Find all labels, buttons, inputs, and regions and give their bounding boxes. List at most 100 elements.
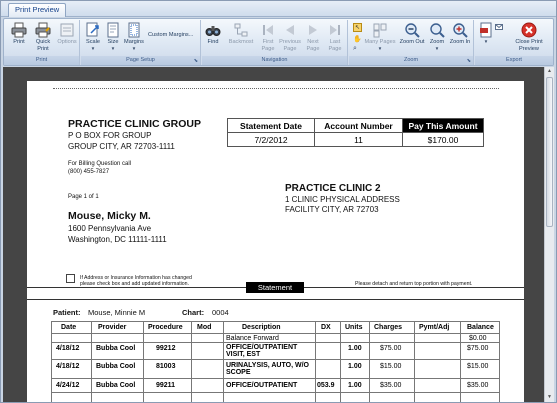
dialog-launcher-icon[interactable]: ⬊ (467, 58, 471, 64)
size-button[interactable]: Size ▼ (105, 22, 121, 52)
row-provider: Bubba Cool (96, 363, 136, 370)
zoom-button[interactable]: Zoom ▼ (428, 22, 446, 52)
scrollbar-thumb[interactable] (546, 77, 553, 227)
column-divider (191, 321, 192, 402)
row-units: 1.00 (348, 363, 362, 370)
tab-strip: Print Preview (1, 1, 556, 17)
ribbon-group-navigation: Find Backmost First Page Previous Page N… (202, 20, 348, 65)
row-procedure: 99212 (156, 345, 176, 352)
custom-margins-button[interactable]: Custom Margins... (148, 32, 198, 39)
remit-address-line2: FACILITY CITY, AR 72703 (285, 205, 379, 214)
options-icon (60, 23, 74, 37)
table-row: 4/24/12 Bubba Cool 99211 OFFICE/OUTPATIE… (51, 379, 500, 393)
group-label-navigation: Navigation (202, 56, 347, 65)
row-units: 1.00 (348, 345, 362, 352)
magnifier-tool-icon[interactable]: ⌕ (353, 45, 357, 53)
quick-print-button[interactable]: Quick Print (33, 22, 53, 52)
column-divider (369, 321, 370, 402)
email-export-button[interactable] (495, 23, 505, 31)
statement-page: PRACTICE CLINIC GROUP P O BOX FOR GROUP … (27, 81, 524, 402)
patient-address-line1: 1600 Pennsylvania Ave (68, 224, 152, 233)
group-label-zoom: Zoom (349, 56, 473, 65)
row-description-line2: VISIT, EST (226, 351, 261, 358)
tab-print-preview[interactable]: Print Preview (8, 3, 67, 17)
column-divider (315, 321, 316, 402)
print-preview-window: Print Preview Print Quick Print Options … (0, 0, 557, 403)
hand-tool-icon[interactable]: ✋ (353, 35, 362, 43)
row-procedure: 81003 (156, 363, 176, 370)
column-header-procedure: Procedure (148, 324, 183, 331)
export-button[interactable]: ▼ (477, 22, 495, 46)
column-header-description: Description (242, 324, 281, 331)
margins-icon (128, 22, 140, 38)
summary-header-account-number: Account Number (314, 118, 403, 133)
address-changed-checkbox[interactable] (66, 274, 75, 283)
chevron-down-icon: ▼ (110, 45, 116, 51)
last-page-icon (330, 25, 340, 35)
balance-forward-label: Balance Forward (226, 335, 279, 342)
column-divider (143, 321, 144, 402)
vertical-scrollbar[interactable]: ▲ ▼ (544, 67, 554, 402)
previous-page-button[interactable]: Previous Page (279, 22, 301, 52)
next-page-button[interactable]: Next Page (304, 22, 322, 52)
summary-header-statement-date: Statement Date (227, 118, 315, 133)
column-divider (91, 321, 92, 402)
row-charges: $15.00 (380, 363, 402, 370)
scroll-down-arrow-icon[interactable]: ▼ (546, 394, 553, 401)
printer-icon (11, 22, 27, 38)
cut-line (53, 88, 499, 89)
previous-page-icon (286, 25, 294, 35)
first-page-icon (263, 25, 273, 35)
column-header-charges: Charges (374, 324, 403, 331)
table-row: 4/18/12 Bubba Cool 81003 URINALYSIS, AUT… (51, 360, 500, 379)
billing-question-label: For Billing Question call (68, 161, 132, 167)
export-document-icon (480, 22, 492, 38)
preview-viewer[interactable]: PRACTICE CLINIC GROUP P O BOX FOR GROUP … (3, 67, 554, 402)
row-dx: 053.9 (317, 382, 335, 389)
close-icon (521, 22, 537, 38)
chart-value: 0004 (212, 308, 229, 317)
pointer-tool-icon[interactable]: ↖ (353, 23, 362, 32)
zoom-icon (430, 23, 445, 38)
scale-button[interactable]: Scale ▼ (84, 22, 102, 52)
zoom-out-icon (405, 23, 420, 38)
chart-label: Chart: (182, 308, 205, 317)
column-divider (340, 321, 341, 402)
last-page-button[interactable]: Last Page (326, 22, 344, 52)
options-button[interactable]: Options (56, 22, 78, 46)
many-pages-button[interactable]: Many Pages ▼ (364, 22, 396, 52)
row-balance: $75.00 (467, 345, 489, 352)
ribbon-group-print: Print Quick Print Options Print (4, 20, 80, 65)
patient-label: Patient: (53, 308, 81, 317)
backmost-button[interactable]: Backmost (226, 22, 256, 46)
clinic-address-line1: P O BOX FOR GROUP (68, 131, 152, 140)
ribbon-group-zoom: ↖ ✋ ⌕ Many Pages ▼ Zoom Out Zoom ▼ Zoom … (349, 20, 474, 65)
close-print-preview-button[interactable]: Close Print Preview (507, 22, 551, 52)
margins-button[interactable]: Margins ▼ (123, 22, 145, 52)
first-page-button[interactable]: First Page (260, 22, 276, 52)
ribbon-group-export: ▼ Close Print Preview Export (475, 20, 553, 65)
column-divider (223, 321, 224, 402)
find-button[interactable]: Find (204, 22, 222, 46)
quick-printer-icon (35, 22, 51, 38)
email-icon (495, 24, 503, 30)
clinic-name: PRACTICE CLINIC GROUP (68, 118, 202, 130)
zoom-in-button[interactable]: Zoom In (449, 22, 471, 46)
scroll-up-arrow-icon[interactable]: ▲ (546, 68, 553, 75)
patient-name: Mouse, Micky M. (68, 210, 151, 222)
pay-this-amount-value: $170.00 (402, 132, 484, 147)
row-date: 4/18/12 (56, 363, 80, 370)
row-balance: $15.00 (467, 363, 489, 370)
column-header-date: Date (61, 324, 77, 331)
column-divider (460, 321, 461, 402)
column-divider (51, 321, 52, 402)
zoom-out-button[interactable]: Zoom Out (399, 22, 425, 46)
print-button[interactable]: Print (10, 22, 28, 46)
binoculars-icon (205, 26, 221, 36)
row-description-line1: OFFICE/OUTPATIENT (226, 344, 298, 351)
chevron-down-icon: ▼ (131, 45, 137, 51)
chevron-down-icon: ▼ (90, 45, 96, 51)
dialog-launcher-icon[interactable]: ⬊ (194, 58, 198, 64)
scale-icon (86, 22, 99, 37)
ribbon-group-page-setup: Scale ▼ Size ▼ Margins ▼ Custom Margins.… (81, 20, 201, 65)
